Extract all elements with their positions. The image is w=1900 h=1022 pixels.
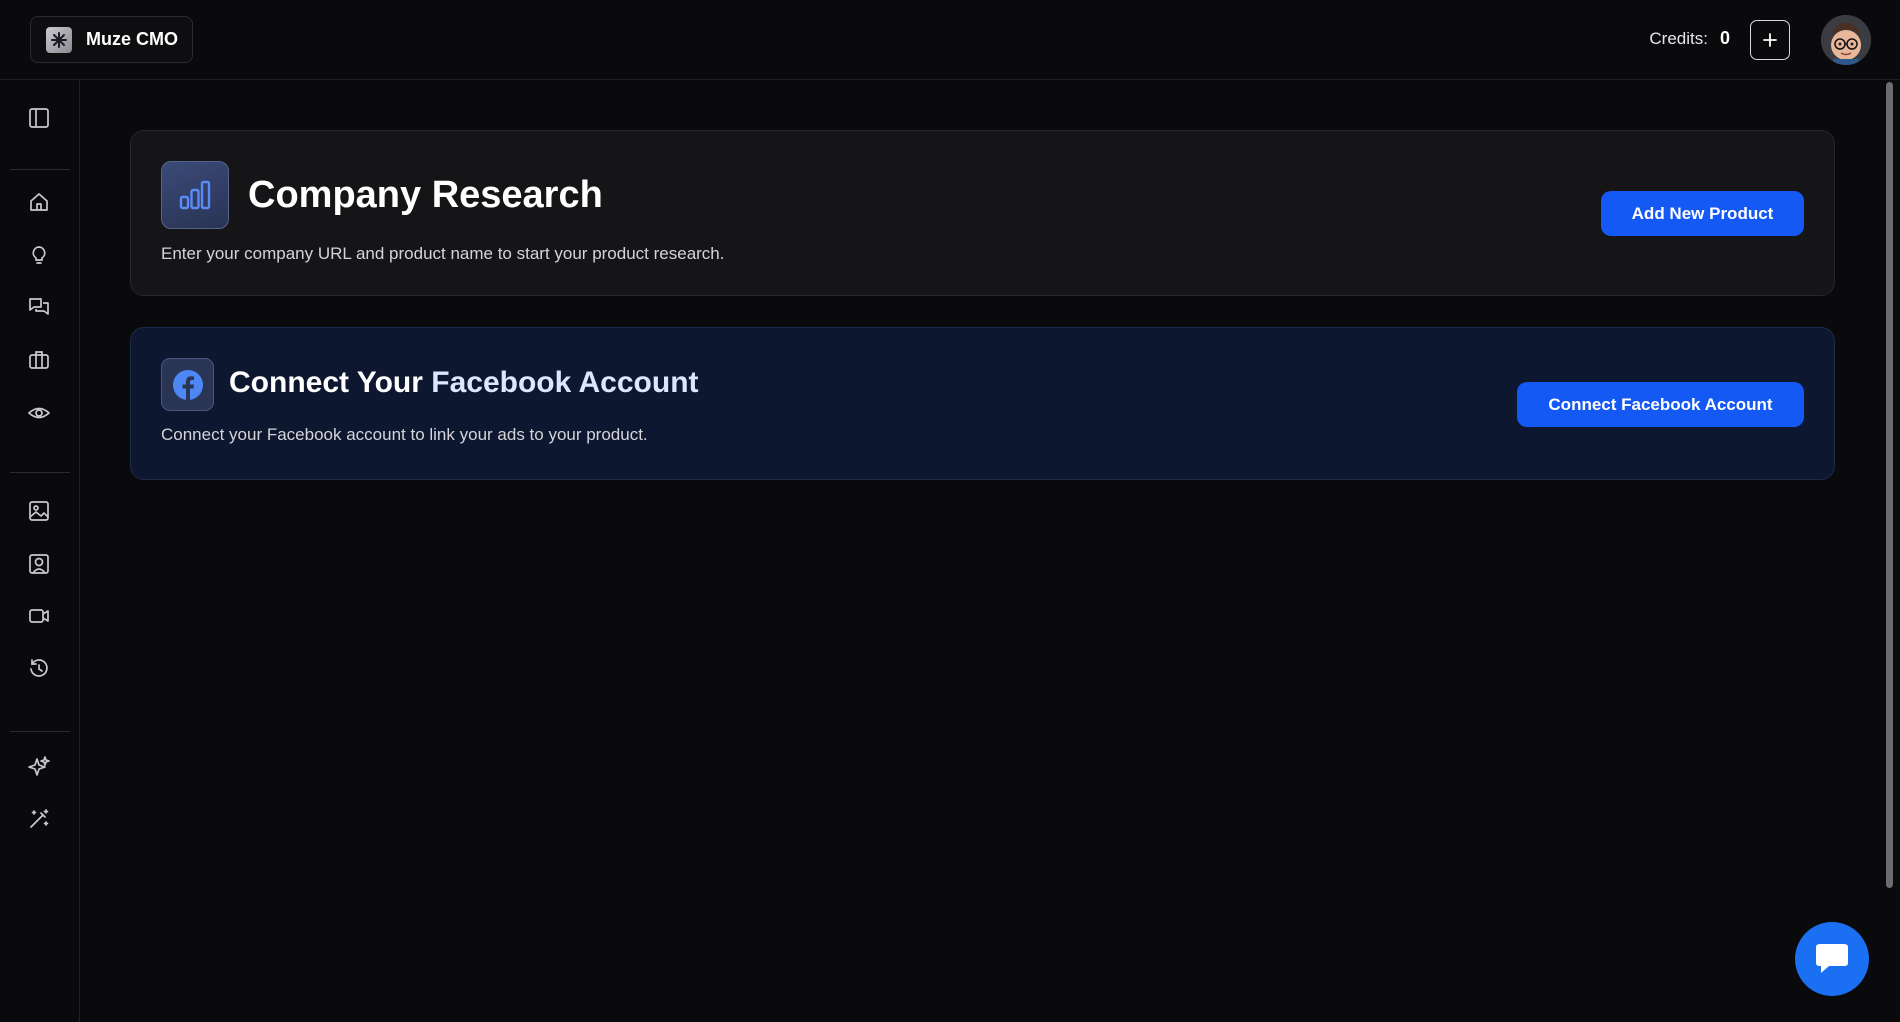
sidebar: [0, 80, 80, 1022]
briefcase-icon[interactable]: [26, 347, 52, 373]
user-portrait-icon[interactable]: [26, 551, 52, 577]
magic-wand-icon[interactable]: [26, 806, 52, 832]
lightbulb-icon[interactable]: [26, 242, 52, 268]
credits-display: Credits: 0: [1649, 28, 1730, 49]
company-research-subtitle: Enter your company URL and product name …: [161, 244, 725, 263]
video-icon[interactable]: [26, 603, 52, 629]
credits-value: 0: [1719, 28, 1730, 48]
connect-facebook-title: Connect Your Facebook Account: [229, 366, 699, 400]
brand-button[interactable]: Muze CMO: [30, 16, 193, 63]
connect-facebook-title-prefix: Connect Your: [229, 366, 432, 399]
history-icon[interactable]: [26, 656, 52, 682]
brand-name: Muze CMO: [86, 29, 178, 49]
sidebar-divider: [10, 472, 70, 473]
sidebar-toggle-icon[interactable]: [26, 105, 52, 131]
company-research-title: Company Research: [248, 174, 603, 216]
add-new-product-button[interactable]: Add New Product: [1601, 191, 1804, 236]
plus-icon: [1763, 33, 1777, 47]
facebook-icon: [161, 358, 214, 411]
connect-facebook-button[interactable]: Connect Facebook Account: [1517, 382, 1804, 427]
connect-facebook-title-accent: Facebook Account: [431, 366, 699, 399]
home-icon[interactable]: [26, 189, 52, 215]
company-research-card: Company Research Enter your company URL …: [130, 130, 1835, 296]
page-scrollbar[interactable]: [1886, 82, 1893, 888]
bar-chart-icon: [161, 161, 229, 229]
brand-logo-icon: [46, 26, 72, 53]
add-credits-button[interactable]: [1750, 20, 1790, 60]
image-icon[interactable]: [26, 498, 52, 524]
sidebar-divider: [10, 169, 70, 170]
connect-facebook-card: Connect Your Facebook Account Connect yo…: [130, 327, 1835, 480]
top-header: Muze CMO Credits: 0: [0, 0, 1900, 80]
chat-bubble-icon: [1816, 944, 1848, 973]
sidebar-divider: [10, 731, 70, 732]
chat-icon[interactable]: [26, 294, 52, 320]
avatar-icon: [1821, 15, 1871, 65]
credits-label: Credits:: [1649, 28, 1708, 48]
user-avatar[interactable]: [1821, 15, 1871, 65]
connect-facebook-subtitle: Connect your Facebook account to link yo…: [161, 425, 648, 444]
support-chat-button[interactable]: [1795, 922, 1869, 996]
sparkle-icon[interactable]: [26, 753, 52, 779]
eye-icon[interactable]: [26, 400, 52, 426]
